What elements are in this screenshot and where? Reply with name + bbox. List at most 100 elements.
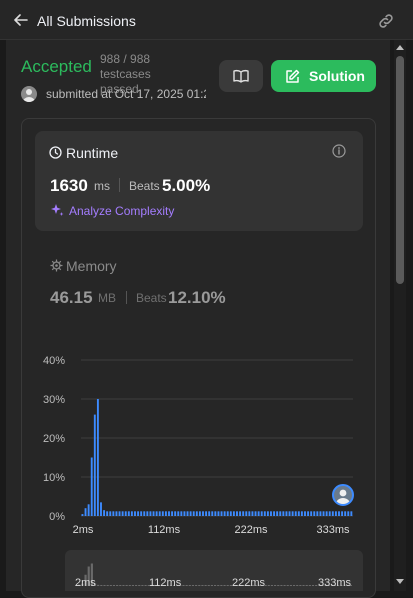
chart-bar (229, 511, 232, 516)
chart-bar (195, 511, 198, 516)
navigator-bar (119, 585, 122, 586)
chart-bar (248, 511, 251, 516)
chart-bar (266, 511, 269, 516)
chart-bar (214, 511, 217, 516)
scrollbar-thumb[interactable] (396, 56, 404, 284)
navigator-bar (122, 585, 125, 586)
navigator-tick-label: 333ms (318, 577, 352, 589)
chart-bar (109, 511, 112, 516)
chart-bar (124, 511, 127, 516)
chart-bar (232, 511, 235, 516)
navigator-bar (100, 585, 103, 586)
scroll-down-icon[interactable] (394, 577, 406, 587)
navigator-bar (302, 585, 305, 586)
navigator-bar (103, 585, 106, 586)
chart-bar (198, 511, 201, 516)
chart-bar (242, 511, 245, 516)
navigator-bar (106, 585, 109, 586)
navigator-bar (201, 585, 204, 586)
chart-bar (217, 511, 220, 516)
navigator-bar (198, 585, 201, 586)
chart-bar (118, 511, 121, 516)
user-avatar-icon (336, 489, 350, 504)
chart-bar (183, 511, 186, 516)
chart-bar (168, 511, 170, 516)
editorial-button[interactable] (219, 60, 263, 92)
navigator-bar (185, 585, 188, 586)
chart-bar (347, 511, 350, 516)
chart-bar (310, 511, 313, 516)
chart-bar (263, 511, 266, 516)
memory-chip-icon (50, 259, 63, 272)
chart-bar (84, 508, 87, 516)
sparkle-icon (51, 204, 64, 216)
runtime-distribution-chart[interactable]: 40% 30% 20% 10% 0% 2ms 112ms 222ms 333ms (35, 350, 365, 540)
chart-bar (254, 511, 257, 516)
your-submission-marker[interactable] (332, 484, 354, 506)
chart-bar (273, 511, 276, 516)
memory-title[interactable]: Memory (66, 258, 117, 274)
memory-beats-label: Beats (136, 291, 167, 305)
chart-bar (177, 511, 180, 516)
scrollbar[interactable] (394, 40, 406, 591)
chart-bar (112, 511, 115, 516)
chart-bar (146, 511, 149, 516)
chart-bar (257, 511, 260, 516)
chart-bar (115, 511, 118, 516)
info-icon[interactable] (332, 144, 346, 158)
chart-bar (313, 511, 316, 516)
chart-bar (186, 511, 189, 516)
chart-bar (103, 510, 106, 516)
chart-bar (164, 511, 167, 516)
navigator-bar (226, 585, 229, 586)
navigator-bar (141, 585, 144, 586)
navigator-bar (289, 585, 292, 586)
chart-bar (158, 511, 161, 516)
runtime-unit: ms (94, 179, 110, 193)
chart-bar (127, 511, 130, 516)
chart-bar (140, 511, 143, 516)
chart-bar (174, 511, 177, 516)
clock-icon (49, 146, 62, 159)
analyze-complexity-link[interactable]: Analyze Complexity (69, 204, 174, 218)
divider (119, 178, 120, 192)
status-accepted: Accepted (21, 57, 92, 76)
chart-bar (279, 511, 282, 516)
chart-bar (202, 511, 204, 516)
chart-bar (121, 511, 124, 516)
link-icon[interactable] (377, 12, 395, 30)
chart-bar (180, 511, 183, 516)
chart-bar (208, 511, 211, 516)
runtime-value: 1630 (50, 176, 88, 195)
chart-bar (211, 511, 214, 516)
scroll-up-icon[interactable] (394, 42, 406, 52)
navigator-bar (125, 585, 128, 586)
chart-bar (226, 511, 229, 516)
chart-bar (294, 511, 297, 516)
runtime-beats-percent: 5.00% (162, 176, 211, 195)
navigator-bar (270, 585, 274, 586)
chart-bar (143, 511, 146, 516)
navigator-bar (280, 585, 283, 586)
navigator-bar (223, 585, 226, 586)
navigator-bar (296, 585, 299, 586)
chart-bar (152, 511, 155, 516)
navigator-bar (267, 585, 270, 586)
navigator-bar (292, 585, 296, 586)
solution-button[interactable]: Solution (271, 60, 376, 92)
chart-bar (100, 502, 102, 516)
edit-icon (286, 69, 300, 83)
all-submissions-link[interactable]: All Submissions (37, 13, 136, 29)
chart-bar (344, 511, 347, 516)
arrow-left-icon[interactable] (14, 13, 28, 27)
navigator-bar (283, 585, 286, 586)
chart-bar (205, 511, 208, 516)
chart-bar (325, 511, 328, 516)
chart-bar (331, 511, 334, 516)
memory-value: 46.15 (50, 288, 93, 307)
navigator-bar (135, 585, 138, 586)
chart-bar (223, 511, 226, 516)
runtime-panel[interactable]: Runtime 1630 ms Beats 5.00% Analyze Comp… (35, 131, 363, 231)
navigator-bar (144, 585, 147, 586)
navigator-bar (109, 585, 112, 586)
